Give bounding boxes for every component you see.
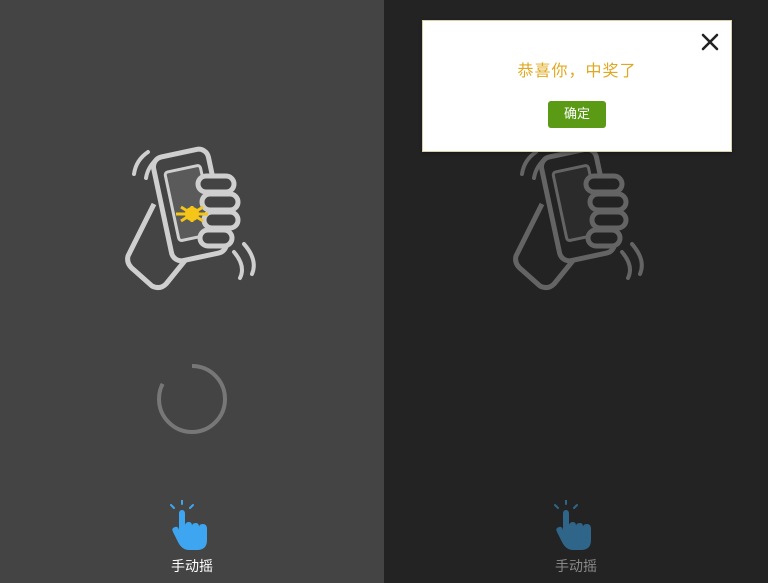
confirm-button[interactable]: 确定 <box>548 101 606 128</box>
manual-shake-button[interactable]: 手动摇 <box>142 500 242 580</box>
close-icon[interactable] <box>697 29 723 55</box>
dialog-message: 恭喜你，中奖了 <box>517 61 637 80</box>
shake-screen-result: 手动摇 恭喜你，中奖了 确定 <box>384 0 768 583</box>
shake-phone-hand-icon <box>513 146 644 291</box>
manual-shake-label: 手动摇 <box>555 559 597 575</box>
shake-screen-idle: 手动摇 <box>0 0 384 583</box>
prize-dialog: 恭喜你，中奖了 确定 <box>422 20 732 152</box>
shake-phone-hand-icon <box>125 146 256 291</box>
manual-shake-label: 手动摇 <box>171 559 213 575</box>
loading-spinner-icon <box>157 363 227 434</box>
manual-shake-button[interactable]: 手动摇 <box>526 500 626 580</box>
sun-sparkle-icon <box>176 205 208 223</box>
tap-hand-icon <box>170 500 207 550</box>
tap-hand-icon <box>554 500 591 550</box>
